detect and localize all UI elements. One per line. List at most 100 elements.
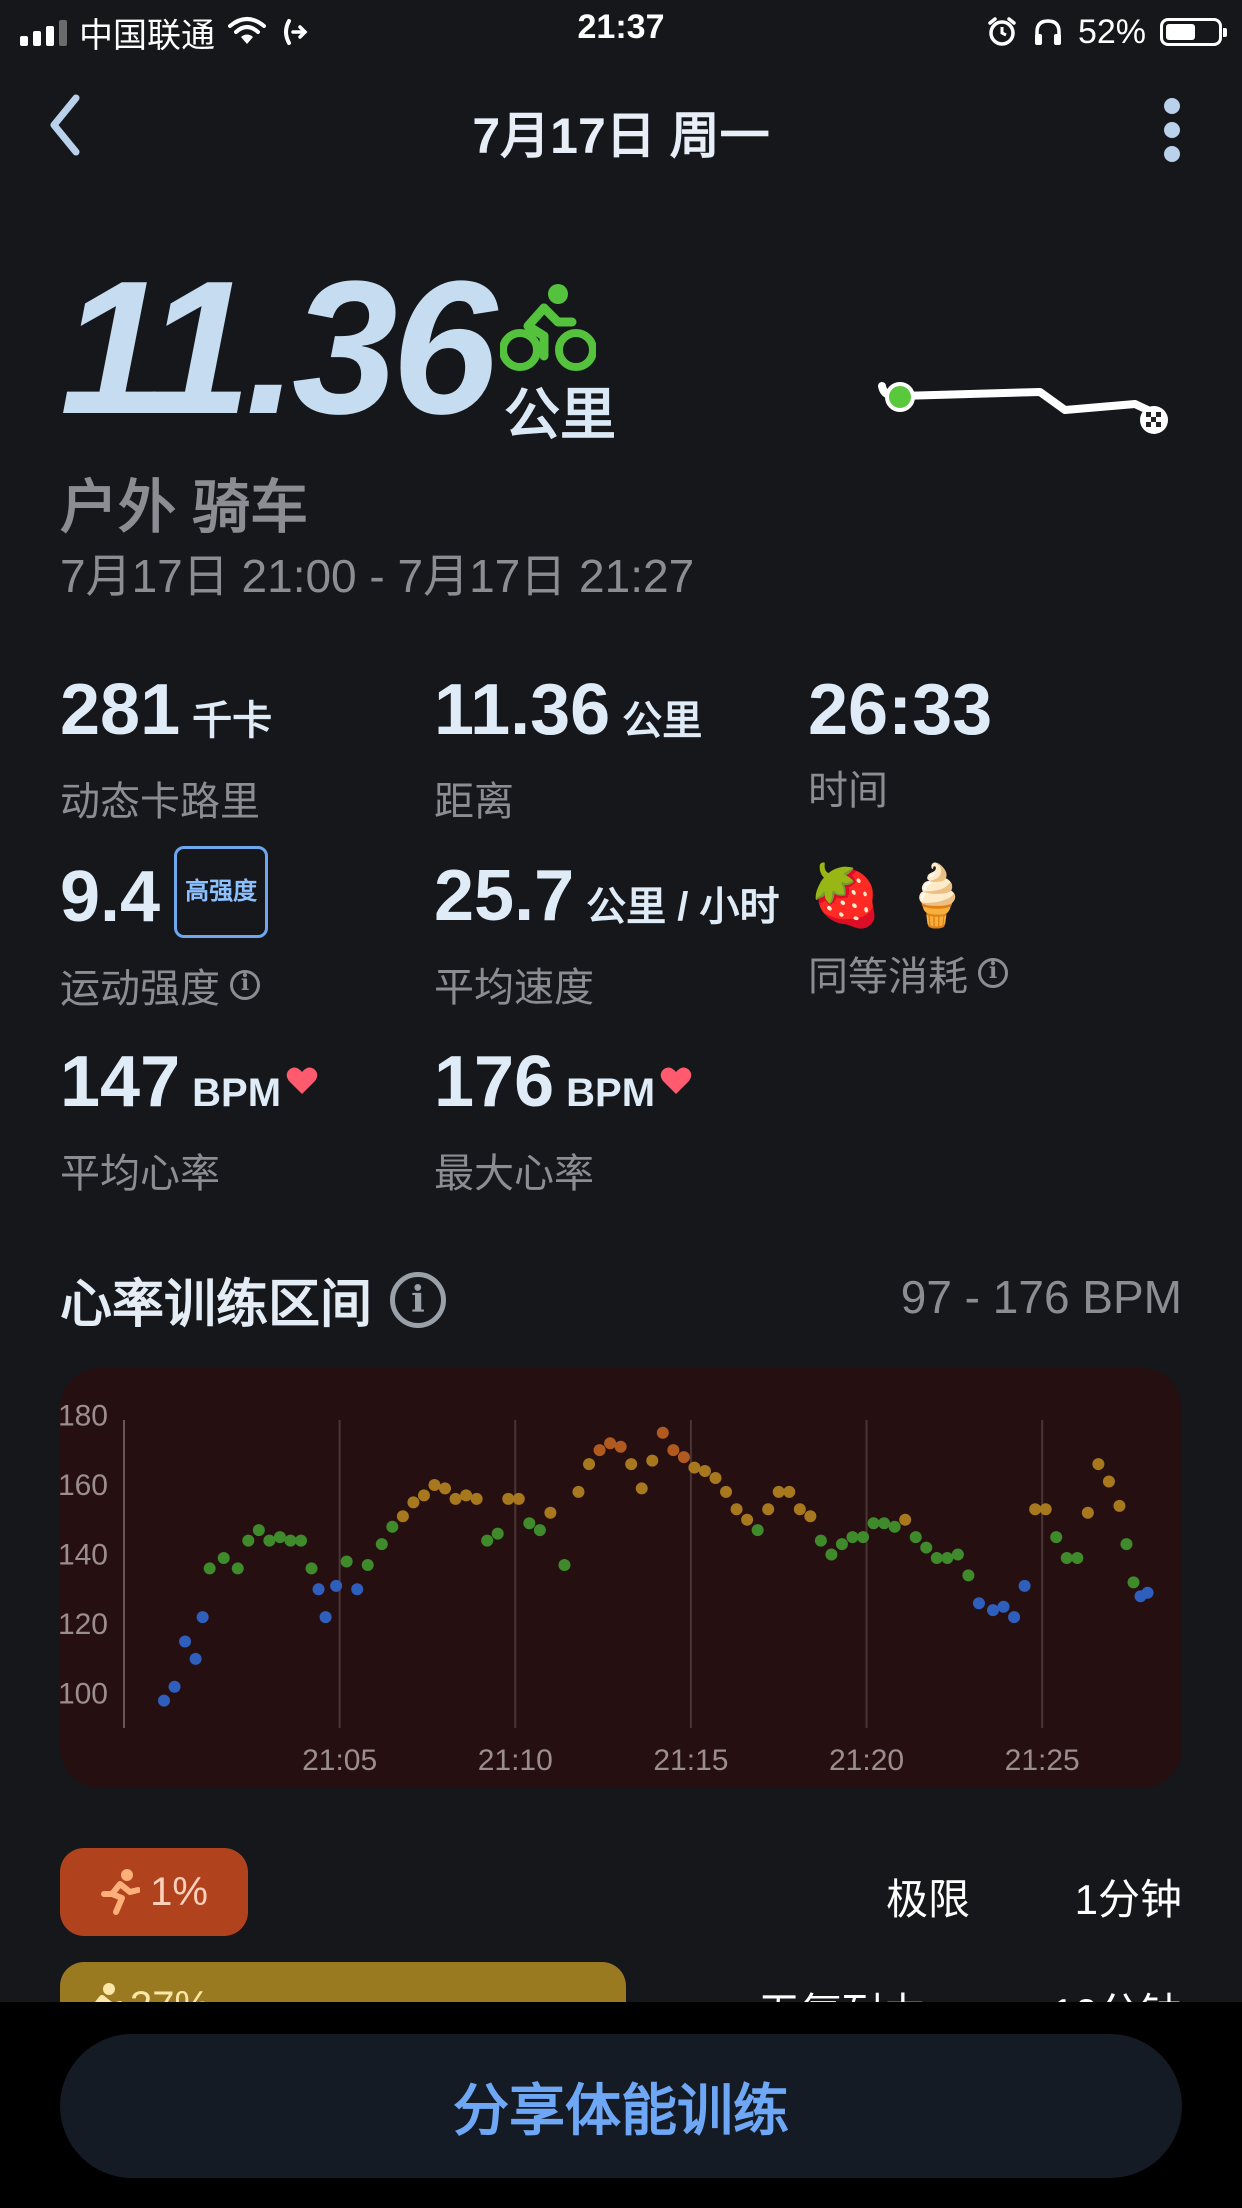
chart-point [962,1569,975,1582]
chart-point [1141,1586,1154,1599]
metric-label: 动态卡路里 [60,780,260,824]
chart-point [667,1444,680,1457]
chart-point [772,1485,785,1498]
zone-duration: 1分钟 [1074,1876,1182,1923]
workout-time-range: 7月17日 21:00 - 7月17日 21:27 [60,550,695,602]
chart-point [1039,1503,1052,1516]
status-bar: 中国联通 21:37 52% [0,0,1242,62]
metric-value: 11.36 [434,670,611,750]
chart-point [698,1465,711,1478]
chart-point [997,1600,1010,1613]
metric-distance: 11.36 公里 距离 [434,670,702,827]
chart-x-tick-label: 21:15 [653,1744,728,1777]
metric-intensity: 9.4 高强度 运动强度 [60,846,269,1014]
heart-rate-chart-svg: 180 160 140 120 100 21:05 21:10 21:15 21:20 21:25 [60,1399,1154,1777]
chart-point [558,1558,571,1571]
chart-point [930,1552,943,1564]
metric-label: 运动强度 [60,967,220,1011]
zone-peak-pill[interactable]: 1% [60,1848,248,1936]
chart-point [340,1555,353,1568]
chart-point [196,1611,209,1624]
metric-label: 同等消耗 [808,955,968,999]
chart-point [835,1538,848,1551]
chart-point [1050,1531,1063,1544]
info-icon[interactable] [230,970,260,1000]
chart-point [544,1506,557,1519]
chart-point [583,1458,596,1471]
info-icon[interactable] [978,958,1008,988]
section-title-text: 心率训练区间 [60,1276,373,1334]
heart-icon [286,1067,318,1094]
chart-point [888,1520,901,1533]
chart-point [1113,1499,1126,1512]
metric-value: 281 [60,670,181,750]
cycling-icon [500,284,596,371]
status-right: 52% [986,10,1227,54]
share-workout-button[interactable]: 分享体能训练 [60,2034,1182,2178]
chart-point [203,1562,216,1575]
metric-label: 距离 [434,780,514,824]
metric-unit: BPM [192,1071,282,1115]
chart-point [158,1694,170,1707]
chart-point [330,1579,343,1592]
total-distance-value: 11.36 [60,242,497,454]
workout-detail-page: 中国联通 21:37 52% 7月17日 周一 11.36 公里 户外 骑车 7… [0,0,1242,2208]
chart-point [1092,1458,1105,1471]
chart-point [825,1548,838,1561]
metric-label: 平均速度 [434,966,594,1010]
chart-point [533,1524,546,1537]
chart-point [1102,1475,1115,1488]
metric-value: 25.7 [434,856,575,936]
chart-point [867,1517,880,1530]
metric-label: 平均心率 [60,1152,220,1196]
metric-avg-speed: 25.7 公里 / 小时 平均速度 [434,856,779,1013]
metric-value: 147 [60,1042,181,1122]
heart-rate-chart[interactable]: 180 160 140 120 100 21:05 21:10 21:15 21:20 21:25 [60,1368,1182,1788]
chart-point [593,1444,606,1457]
chart-point [231,1562,244,1575]
more-options-button[interactable] [1142,90,1202,170]
chart-point [449,1492,462,1505]
chart-x-tick-label: 21:25 [1005,1744,1080,1777]
alarm-icon [988,17,1016,46]
chart-point [491,1527,504,1540]
metric-value: 9.4 [60,857,161,938]
chart-point [614,1440,627,1453]
chart-point [677,1451,690,1464]
chart-point [386,1520,399,1533]
chart-point [635,1482,648,1495]
metric-value: 26:33 [808,670,993,750]
chart-point [470,1492,483,1505]
chart-y-tick-label: 140 [60,1539,108,1572]
chart-point [1071,1552,1084,1564]
page-title: 7月17日 周一 [472,108,770,164]
chart-point [1018,1579,1031,1592]
zone-name: 极限 [885,1876,970,1923]
chart-point [751,1524,764,1537]
metric-active-calories: 281 千卡 动态卡路里 [60,670,272,827]
chart-point [941,1552,954,1564]
chart-point [502,1492,515,1505]
zone-percent: 1% [150,1869,208,1914]
chart-point [284,1534,297,1547]
chart-point [396,1510,409,1523]
chart-point [305,1562,318,1575]
chart-point [1120,1538,1133,1551]
chart-point [263,1534,276,1547]
route-map[interactable] [870,368,1180,438]
battery-icon [1160,18,1227,46]
chart-y-tick-label: 180 [60,1399,108,1432]
headphones-icon [1034,19,1061,45]
chart-point [1008,1611,1021,1624]
metric-label: 最大心率 [434,1152,594,1196]
chart-point [878,1517,891,1530]
info-icon[interactable] [390,1271,447,1328]
chart-point [1127,1576,1140,1589]
metric-max-heart-rate: 176 BPM 最大心率 [434,1042,693,1199]
running-icon [101,1869,141,1915]
route-finish-marker [1140,406,1168,434]
metric-duration: 26:33 时间 [808,670,992,816]
chart-point [217,1552,230,1564]
chart-y-tick-label: 100 [60,1678,108,1711]
chart-point [646,1454,659,1467]
